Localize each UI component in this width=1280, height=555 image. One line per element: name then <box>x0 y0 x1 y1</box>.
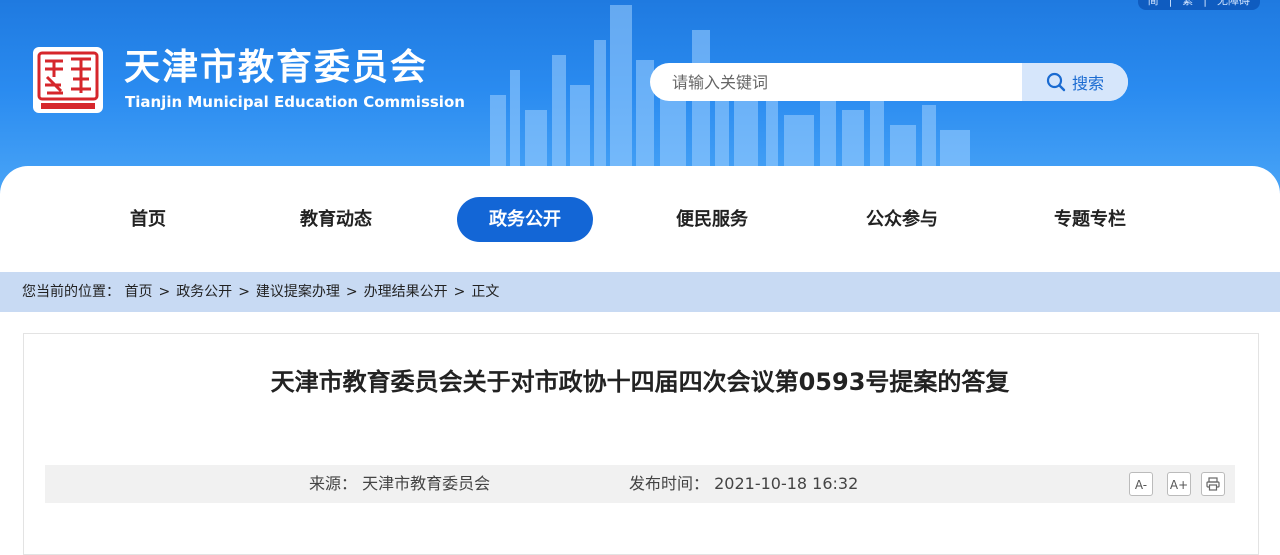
time-label: 发布时间： <box>629 474 710 493</box>
source-label: 来源： <box>309 474 358 493</box>
breadcrumb-government-affairs[interactable]: 政务公开 <box>176 284 232 300</box>
nav-item-education-news[interactable]: 教育动态 <box>276 197 396 242</box>
site-title: 天津市教育委员会 <box>124 47 429 88</box>
source-value: 天津市教育委员会 <box>362 474 491 493</box>
breadcrumb-separator: > <box>453 284 466 300</box>
simplified-link[interactable]: 简 <box>1148 0 1159 10</box>
breadcrumb-prefix: 您当前的位置： <box>22 284 120 300</box>
nav-item-government-affairs[interactable]: 政务公开 <box>457 197 593 242</box>
nav-item-special-topics[interactable]: 专题专栏 <box>1030 197 1150 242</box>
article-publish-time: 发布时间： 2021-10-18 16:32 <box>629 465 858 503</box>
breadcrumb-home[interactable]: 首页 <box>124 284 152 300</box>
search-button[interactable]: 搜索 <box>1022 63 1128 101</box>
link-separator: | <box>1203 0 1207 7</box>
breadcrumb-current: 正文 <box>471 284 500 300</box>
search-icon <box>1046 72 1066 92</box>
breadcrumb-results-disclosure[interactable]: 办理结果公开 <box>364 284 448 300</box>
search-box: 搜索 <box>650 63 1128 101</box>
breadcrumb-separator: > <box>238 284 250 300</box>
article-meta-bar: 来源： 天津市教育委员会 发布时间： 2021-10-18 16:32 A- A… <box>45 465 1235 503</box>
site-logo[interactable] <box>33 47 103 113</box>
search-input[interactable] <box>650 63 1022 101</box>
site-subtitle-en: Tianjin Municipal Education Commission <box>125 93 465 111</box>
print-button[interactable] <box>1201 472 1225 496</box>
print-icon <box>1206 477 1220 491</box>
search-button-label: 搜索 <box>1071 74 1104 93</box>
top-language-links: 简 | 繁 | 无障碍 <box>1137 0 1260 10</box>
accessibility-link[interactable]: 无障碍 <box>1217 0 1250 10</box>
nav-item-public-services[interactable]: 便民服务 <box>652 197 772 242</box>
main-nav: 首页 教育动态 政务公开 便民服务 公众参与 专题专栏 <box>0 197 1280 242</box>
breadcrumb: 您当前的位置： 首页 > 政务公开 > 建议提案办理 > 办理结果公开 > 正文 <box>22 272 499 312</box>
link-separator: | <box>1168 0 1173 7</box>
article-source: 来源： 天津市教育委员会 <box>309 465 490 503</box>
increase-font-button[interactable]: A+ <box>1167 472 1191 496</box>
breadcrumb-separator: > <box>345 284 358 300</box>
traditional-link[interactable]: 繁 <box>1182 0 1193 10</box>
time-value: 2021-10-18 16:32 <box>714 474 859 493</box>
decrease-font-button[interactable]: A- <box>1129 472 1153 496</box>
tianjin-seal-icon <box>37 51 99 109</box>
nav-item-public-participation[interactable]: 公众参与 <box>842 197 962 242</box>
breadcrumb-proposal-handling[interactable]: 建议提案办理 <box>256 284 340 300</box>
nav-item-home[interactable]: 首页 <box>88 197 208 242</box>
breadcrumb-separator: > <box>158 284 171 300</box>
article-title: 天津市教育委员会关于对市政协十四届四次会议第0593号提案的答复 <box>270 368 1010 396</box>
breadcrumb-bar: 您当前的位置： 首页 > 政务公开 > 建议提案办理 > 办理结果公开 > 正文 <box>0 272 1280 312</box>
